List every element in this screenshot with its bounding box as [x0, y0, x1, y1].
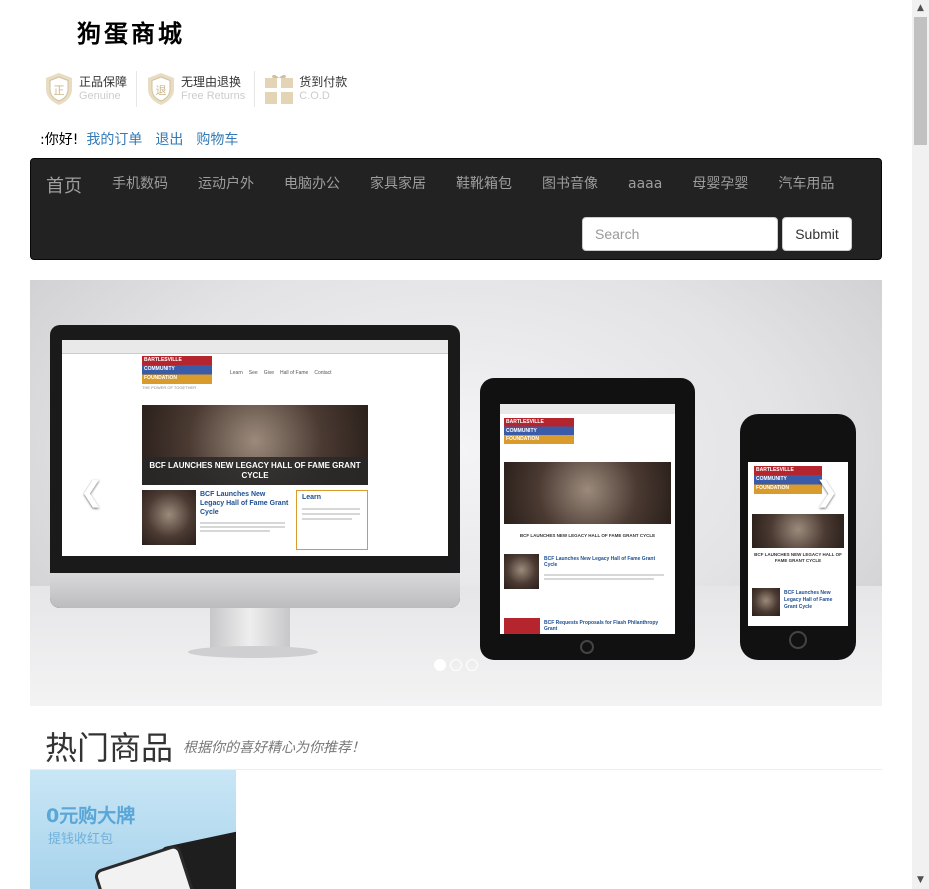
badge-cod-subtitle: C.O.D — [299, 90, 330, 102]
hot-products-title: 热门商品 — [45, 729, 174, 767]
nav-item-mobile-digital[interactable]: 手机数码 — [97, 175, 183, 193]
gift-box-icon — [265, 74, 294, 104]
vertical-scrollbar[interactable]: ▲ ▼ — [912, 0, 929, 889]
carousel-indicators — [434, 659, 478, 671]
search-input[interactable] — [582, 217, 778, 251]
logout-link[interactable]: 退出 — [155, 129, 183, 149]
user-links: :你好! 我的订单 退出 购物车 — [40, 129, 238, 149]
badge-returns-title: 无理由退换 — [181, 75, 242, 89]
svg-text:正: 正 — [54, 84, 65, 97]
nav-item-aaaa[interactable]: aaaa — [613, 175, 677, 193]
carousel-indicator-3[interactable] — [466, 659, 478, 671]
nav-item-books-media[interactable]: 图书音像 — [527, 175, 613, 193]
search-form: Submit — [582, 217, 852, 251]
user-greeting: :你好! — [40, 132, 79, 148]
tablet-image: BARTLESVILLE COMMUNITY FOUNDATION BCF LA… — [480, 378, 695, 660]
service-badges: 正 正品保障 Genuine 退 无理由退换 Free Returns 货到付款… — [44, 71, 365, 107]
nav-item-computer-office[interactable]: 电脑办公 — [269, 175, 355, 193]
hero-carousel: BARTLESVILLE COMMUNITY FOUNDATION THE PO… — [30, 280, 882, 706]
promo-banner[interactable]: 0元购大牌 提钱收红包 — [30, 770, 236, 889]
main-navbar: 首页 手机数码 运动户外 电脑办公 家具家居 鞋靴箱包 图书音像 aaaa 母婴… — [30, 158, 882, 260]
returns-shield-icon: 退 — [148, 73, 175, 105]
badge-returns-subtitle: Free Returns — [181, 90, 246, 102]
nav-category-list: 手机数码 运动户外 电脑办公 家具家居 鞋靴箱包 图书音像 aaaa 母婴孕婴 … — [97, 175, 849, 193]
cart-link[interactable]: 购物车 — [196, 129, 238, 149]
nav-item-shoes-bags[interactable]: 鞋靴箱包 — [441, 175, 527, 193]
scrollbar-thumb[interactable] — [914, 17, 927, 145]
badge-genuine-subtitle: Genuine — [79, 90, 121, 102]
nav-item-sports-outdoor[interactable]: 运动户外 — [183, 175, 269, 193]
monitor-screen: BARTLESVILLE COMMUNITY FOUNDATION THE PO… — [62, 340, 448, 556]
genuine-shield-icon: 正 — [46, 73, 72, 105]
badge-returns: 退 无理由退换 Free Returns — [146, 71, 256, 107]
carousel-indicator-2[interactable] — [450, 659, 462, 671]
badge-genuine-title: 正品保障 — [79, 75, 128, 89]
badge-cod-title: 货到付款 — [299, 75, 348, 89]
site-logo[interactable]: 狗蛋商城 — [77, 14, 185, 49]
carousel-prev-chevron-icon[interactable]: ❮ — [80, 475, 103, 508]
carousel-next-chevron-icon[interactable]: ❯ — [815, 475, 838, 508]
scroll-up-arrow-icon[interactable]: ▲ — [912, 0, 929, 17]
svg-text:退: 退 — [156, 84, 167, 97]
promo-subline: 提钱收红包 — [48, 832, 114, 847]
nav-home-link[interactable]: 首页 — [46, 172, 82, 198]
tablet-screen: BARTLESVILLE COMMUNITY FOUNDATION BCF LA… — [500, 404, 675, 634]
promo-headline: 0元购大牌 — [46, 805, 136, 827]
scroll-down-arrow-icon[interactable]: ▼ — [912, 872, 929, 889]
monitor-stand — [210, 608, 290, 650]
carousel-indicator-1[interactable] — [434, 659, 446, 671]
smartphone-image: BARTLESVILLE COMMUNITY FOUNDATION BCF LA… — [740, 414, 856, 660]
search-submit-button[interactable]: Submit — [782, 217, 852, 251]
nav-item-furniture-home[interactable]: 家具家居 — [355, 175, 441, 193]
hot-products-subtitle: 根据你的喜好精心为你推荐！ — [183, 740, 365, 756]
my-orders-link[interactable]: 我的订单 — [86, 129, 142, 149]
badge-genuine: 正 正品保障 Genuine — [44, 71, 138, 107]
nav-item-auto-supplies[interactable]: 汽车用品 — [763, 175, 849, 193]
badge-cod: 货到付款 C.O.D — [264, 71, 356, 107]
desktop-monitor-image: BARTLESVILLE COMMUNITY FOUNDATION THE PO… — [50, 325, 460, 608]
monitor-foot — [188, 646, 318, 658]
nav-item-mother-baby[interactable]: 母婴孕婴 — [677, 175, 763, 193]
